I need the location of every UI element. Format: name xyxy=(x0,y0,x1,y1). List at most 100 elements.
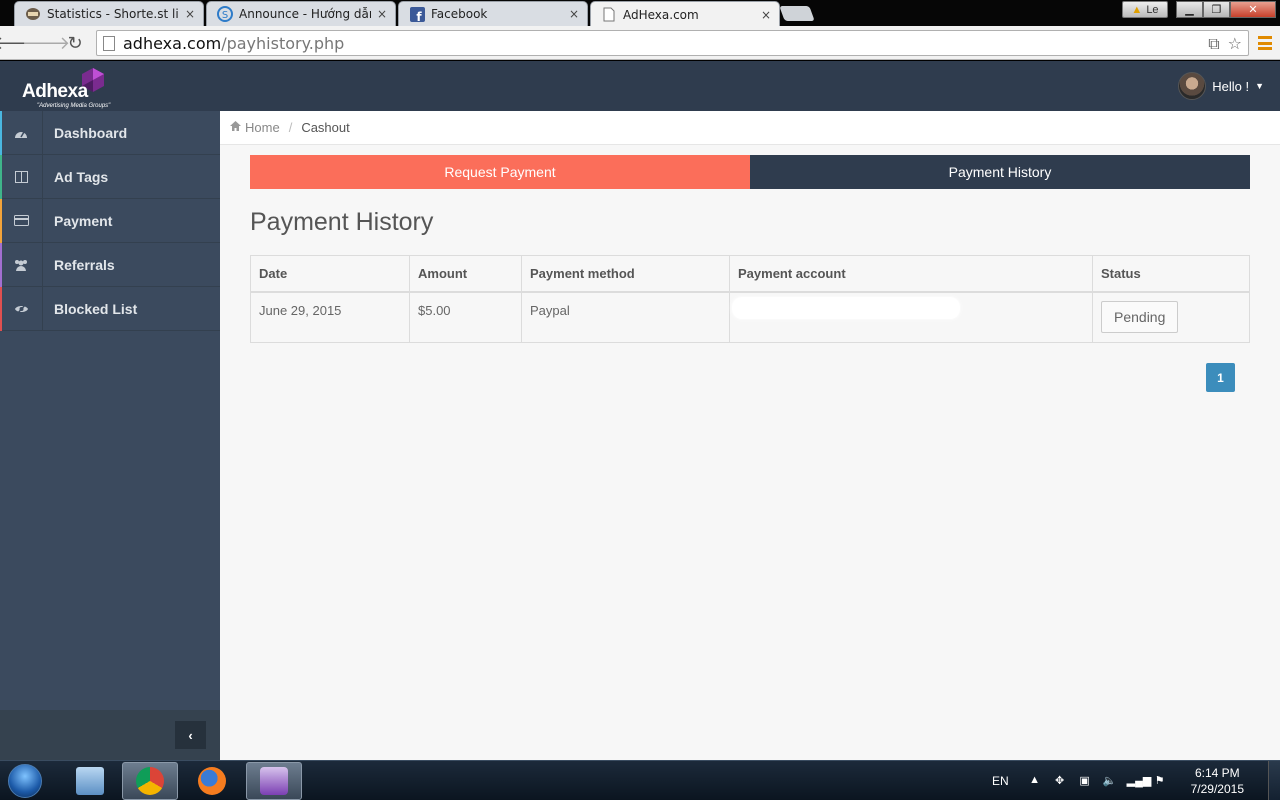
caret-down-icon: ▼ xyxy=(1255,81,1264,91)
user-menu[interactable]: Hello ! ▼ xyxy=(1178,71,1264,101)
profile-name: Le xyxy=(1146,3,1159,16)
shortest-icon xyxy=(25,6,41,22)
sidebar-item-dashboard[interactable]: Dashboard xyxy=(0,110,220,155)
page-icon xyxy=(103,35,115,51)
reload-icon[interactable]: ↻ xyxy=(64,32,86,54)
table-header-row: Date Amount Payment method Payment accou… xyxy=(250,255,1250,293)
sidebar-item-referrals[interactable]: Referrals xyxy=(0,242,220,287)
browser-tab-title: Facebook xyxy=(431,7,488,21)
browser-tab-shortest[interactable]: Statistics - Shorte.st links × xyxy=(14,1,204,26)
clock-time: 6:14 PM xyxy=(1194,766,1240,780)
column-header-date: Date xyxy=(250,255,410,293)
eye-slash-icon xyxy=(0,286,43,331)
url-path: /payhistory.php xyxy=(221,33,345,53)
dashboard-icon xyxy=(0,110,43,155)
tab-payment-history[interactable]: Payment History xyxy=(750,155,1250,189)
breadcrumb-current: Cashout xyxy=(301,120,350,135)
table-row: June 29, 2015 $5.00 Paypal Pending xyxy=(250,291,1250,343)
column-header-amount: Amount xyxy=(409,255,522,293)
profile-badge[interactable]: ▲ Le xyxy=(1122,1,1168,18)
sidebar-accent xyxy=(0,243,2,287)
browser-tab-announce[interactable]: S Announce - Hướng dẫn cá × xyxy=(206,1,396,26)
menu-icon[interactable] xyxy=(1258,36,1272,50)
close-icon[interactable]: × xyxy=(759,8,773,22)
bookmark-star-icon[interactable]: ☆ xyxy=(1228,34,1242,54)
avatar xyxy=(1178,72,1207,100)
taskbar-app-explorer[interactable] xyxy=(62,762,118,800)
sidebar-item-payment[interactable]: Payment xyxy=(0,198,220,243)
sidebar-item-label: Dashboard xyxy=(54,124,128,141)
language-indicator[interactable]: EN xyxy=(992,774,1009,788)
logo[interactable]: Adhexa "Advertising Media Groups" xyxy=(22,67,112,109)
sidebar-accent xyxy=(0,155,2,199)
status-badge[interactable]: Pending xyxy=(1101,300,1179,333)
cell-payment-method: Paypal xyxy=(521,291,730,343)
maximize-icon[interactable]: ❐ xyxy=(1203,1,1230,18)
start-button[interactable] xyxy=(4,761,46,800)
home-icon xyxy=(230,121,241,134)
columns-icon xyxy=(0,154,43,199)
firefox-icon xyxy=(198,767,226,795)
action-center-flag-icon[interactable]: ⚑ xyxy=(1152,774,1168,788)
volume-icon[interactable]: 🔈 xyxy=(1102,774,1118,788)
sidebar-item-blocked-list[interactable]: Blocked List xyxy=(0,286,220,331)
chevron-left-icon: ‹ xyxy=(188,727,193,743)
forward-arrow-icon[interactable]: 🡒 xyxy=(22,32,70,54)
browser-tab-title: Announce - Hướng dẫn cá xyxy=(239,7,371,21)
minimize-icon[interactable]: ▁ xyxy=(1176,1,1203,18)
windows-logo-icon xyxy=(8,764,42,798)
close-icon[interactable]: × xyxy=(183,7,197,21)
warning-icon: ▲ xyxy=(1131,3,1143,16)
user-greeting: Hello ! xyxy=(1212,78,1250,94)
browser-tab-adhexa[interactable]: AdHexa.com × xyxy=(590,1,780,27)
network-signal-icon[interactable]: ▂▄▆ xyxy=(1127,774,1152,788)
window-controls: ▁ ❐ ✕ xyxy=(1176,1,1276,18)
sidebar-accent xyxy=(0,111,2,155)
new-tab-button[interactable] xyxy=(779,6,815,21)
translate-icon[interactable]: ⧉ xyxy=(1208,34,1219,54)
page-title: Payment History xyxy=(250,208,434,236)
cell-amount: $5.00 xyxy=(409,291,522,343)
taskbar-app-chrome[interactable] xyxy=(122,762,178,800)
browser-tab-title: AdHexa.com xyxy=(623,7,699,22)
tab-request-payment[interactable]: Request Payment xyxy=(250,155,750,189)
sidebar-item-label: Payment xyxy=(54,212,113,229)
sidebar-item-ad-tags[interactable]: Ad Tags xyxy=(0,154,220,199)
pagination-page-1[interactable]: 1 xyxy=(1206,363,1235,392)
taskbar-app-yahoo-messenger[interactable] xyxy=(246,762,302,800)
sidebar-collapse-button[interactable]: ‹ xyxy=(175,721,206,749)
sidebar-accent xyxy=(0,287,2,331)
browser-tabstrip: Statistics - Shorte.st links × S Announc… xyxy=(0,0,1280,27)
breadcrumb-home-link[interactable]: Home xyxy=(245,120,280,135)
browser-tab-facebook[interactable]: f Facebook × xyxy=(398,1,588,26)
cell-status: Pending xyxy=(1092,291,1250,343)
sidebar-item-label: Blocked List xyxy=(54,300,138,317)
device-icon[interactable]: ▣ xyxy=(1077,774,1093,788)
redacted-account xyxy=(732,296,960,319)
logo-tagline: "Advertising Media Groups" xyxy=(37,103,111,109)
dropbox-icon[interactable]: ✥ xyxy=(1052,774,1068,788)
sidebar-accent xyxy=(0,199,2,243)
show-desktop-button[interactable] xyxy=(1268,761,1280,800)
svg-text:f: f xyxy=(416,10,422,22)
sidebar-footer: ‹ xyxy=(0,710,220,760)
url-host: adhexa.com xyxy=(123,33,222,53)
chrome-icon xyxy=(136,767,164,795)
app-header: Adhexa "Advertising Media Groups" Hello … xyxy=(0,61,1280,111)
column-header-payment-method: Payment method xyxy=(521,255,730,293)
clock[interactable]: 6:14 PM 7/29/2015 xyxy=(1191,765,1244,797)
cell-date: June 29, 2015 xyxy=(250,291,410,343)
column-header-status: Status xyxy=(1092,255,1250,293)
close-icon[interactable]: × xyxy=(567,7,581,21)
sidebar-item-label: Ad Tags xyxy=(54,168,109,185)
address-bar[interactable]: adhexa.com/payhistory.php ⧉ ☆ xyxy=(96,30,1249,56)
window-close-icon[interactable]: ✕ xyxy=(1230,1,1276,18)
credit-card-icon xyxy=(0,198,43,243)
page-icon xyxy=(601,7,617,23)
column-header-payment-account: Payment account xyxy=(729,255,1093,293)
cell-payment-account xyxy=(729,291,1093,343)
show-hidden-icons-icon[interactable]: ▲ xyxy=(1027,774,1043,788)
close-icon[interactable]: × xyxy=(375,7,389,21)
taskbar-app-firefox[interactable] xyxy=(184,762,240,800)
breadcrumb-separator: / xyxy=(288,120,293,135)
